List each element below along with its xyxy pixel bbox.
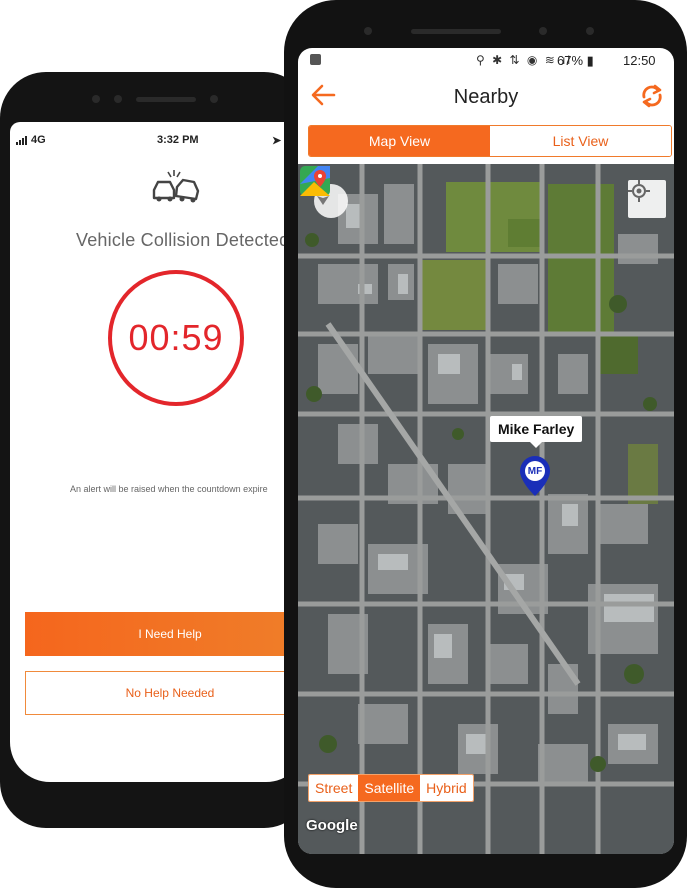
collision-title: Vehicle Collision Detected <box>76 230 290 250</box>
phone-top-bezel <box>364 24 594 38</box>
view-toggle: Map View List View <box>308 125 672 157</box>
status-bar: ⚲ ✱ ⇅ ◉ ≋ ıl 67% ▮ 12:50 <box>298 48 674 74</box>
tab-map-view[interactable]: Map View <box>309 126 490 156</box>
alert-message: An alert will be raised when the countdo… <box>70 484 268 494</box>
status-time: 12:50 <box>623 53 656 68</box>
status-bar: 4G 3:32 PM ➤ <box>10 132 306 150</box>
nearby-phone: ⚲ ✱ ⇅ ◉ ≋ ıl 67% ▮ 12:50 Nearby Map View… <box>284 0 687 888</box>
no-help-button[interactable]: No Help Needed <box>25 671 306 715</box>
my-location-button[interactable] <box>628 180 666 218</box>
crosshair-icon <box>628 180 650 202</box>
marker-name-label[interactable]: Mike Farley <box>490 416 583 448</box>
google-attribution: Google <box>306 817 358 834</box>
signal-icon <box>16 135 27 145</box>
app-header: Nearby <box>298 78 674 118</box>
need-help-button[interactable]: I Need Help <box>25 612 306 656</box>
collision-phone: 4G 3:32 PM ➤ Vehicle Collision Detected … <box>0 72 310 828</box>
network-label: 4G <box>31 134 46 146</box>
satellite-map[interactable]: Mike Farley MF Street Satellite Hybrid G… <box>298 164 674 854</box>
satellite-imagery <box>298 164 674 854</box>
countdown-value: 00:59 <box>128 317 224 358</box>
notification-icon <box>310 54 321 65</box>
map-type-street[interactable]: Street <box>309 775 359 801</box>
google-maps-icon[interactable] <box>298 164 332 198</box>
refresh-icon[interactable] <box>638 82 666 110</box>
collision-screen: 4G 3:32 PM ➤ Vehicle Collision Detected … <box>10 122 306 782</box>
map-type-satellite[interactable]: Satellite <box>358 775 421 801</box>
tab-list-view[interactable]: List View <box>490 126 671 156</box>
user-marker-pin[interactable]: MF <box>516 454 556 500</box>
map-type-hybrid[interactable]: Hybrid <box>420 775 473 801</box>
marker-initials: MF <box>525 461 545 481</box>
page-title: Nearby <box>453 86 519 108</box>
nearby-screen: ⚲ ✱ ⇅ ◉ ≋ ıl 67% ▮ 12:50 Nearby Map View… <box>298 48 674 854</box>
phone-top-bezel <box>30 92 280 106</box>
car-collision-icon <box>152 170 200 203</box>
map-type-selector: Street Satellite Hybrid <box>308 774 474 802</box>
battery-level: 67% ▮ <box>557 53 594 68</box>
countdown-timer: 00:59 <box>108 270 244 406</box>
status-time: 3:32 PM <box>157 134 199 146</box>
location-arrow-icon: ➤ <box>272 135 282 147</box>
